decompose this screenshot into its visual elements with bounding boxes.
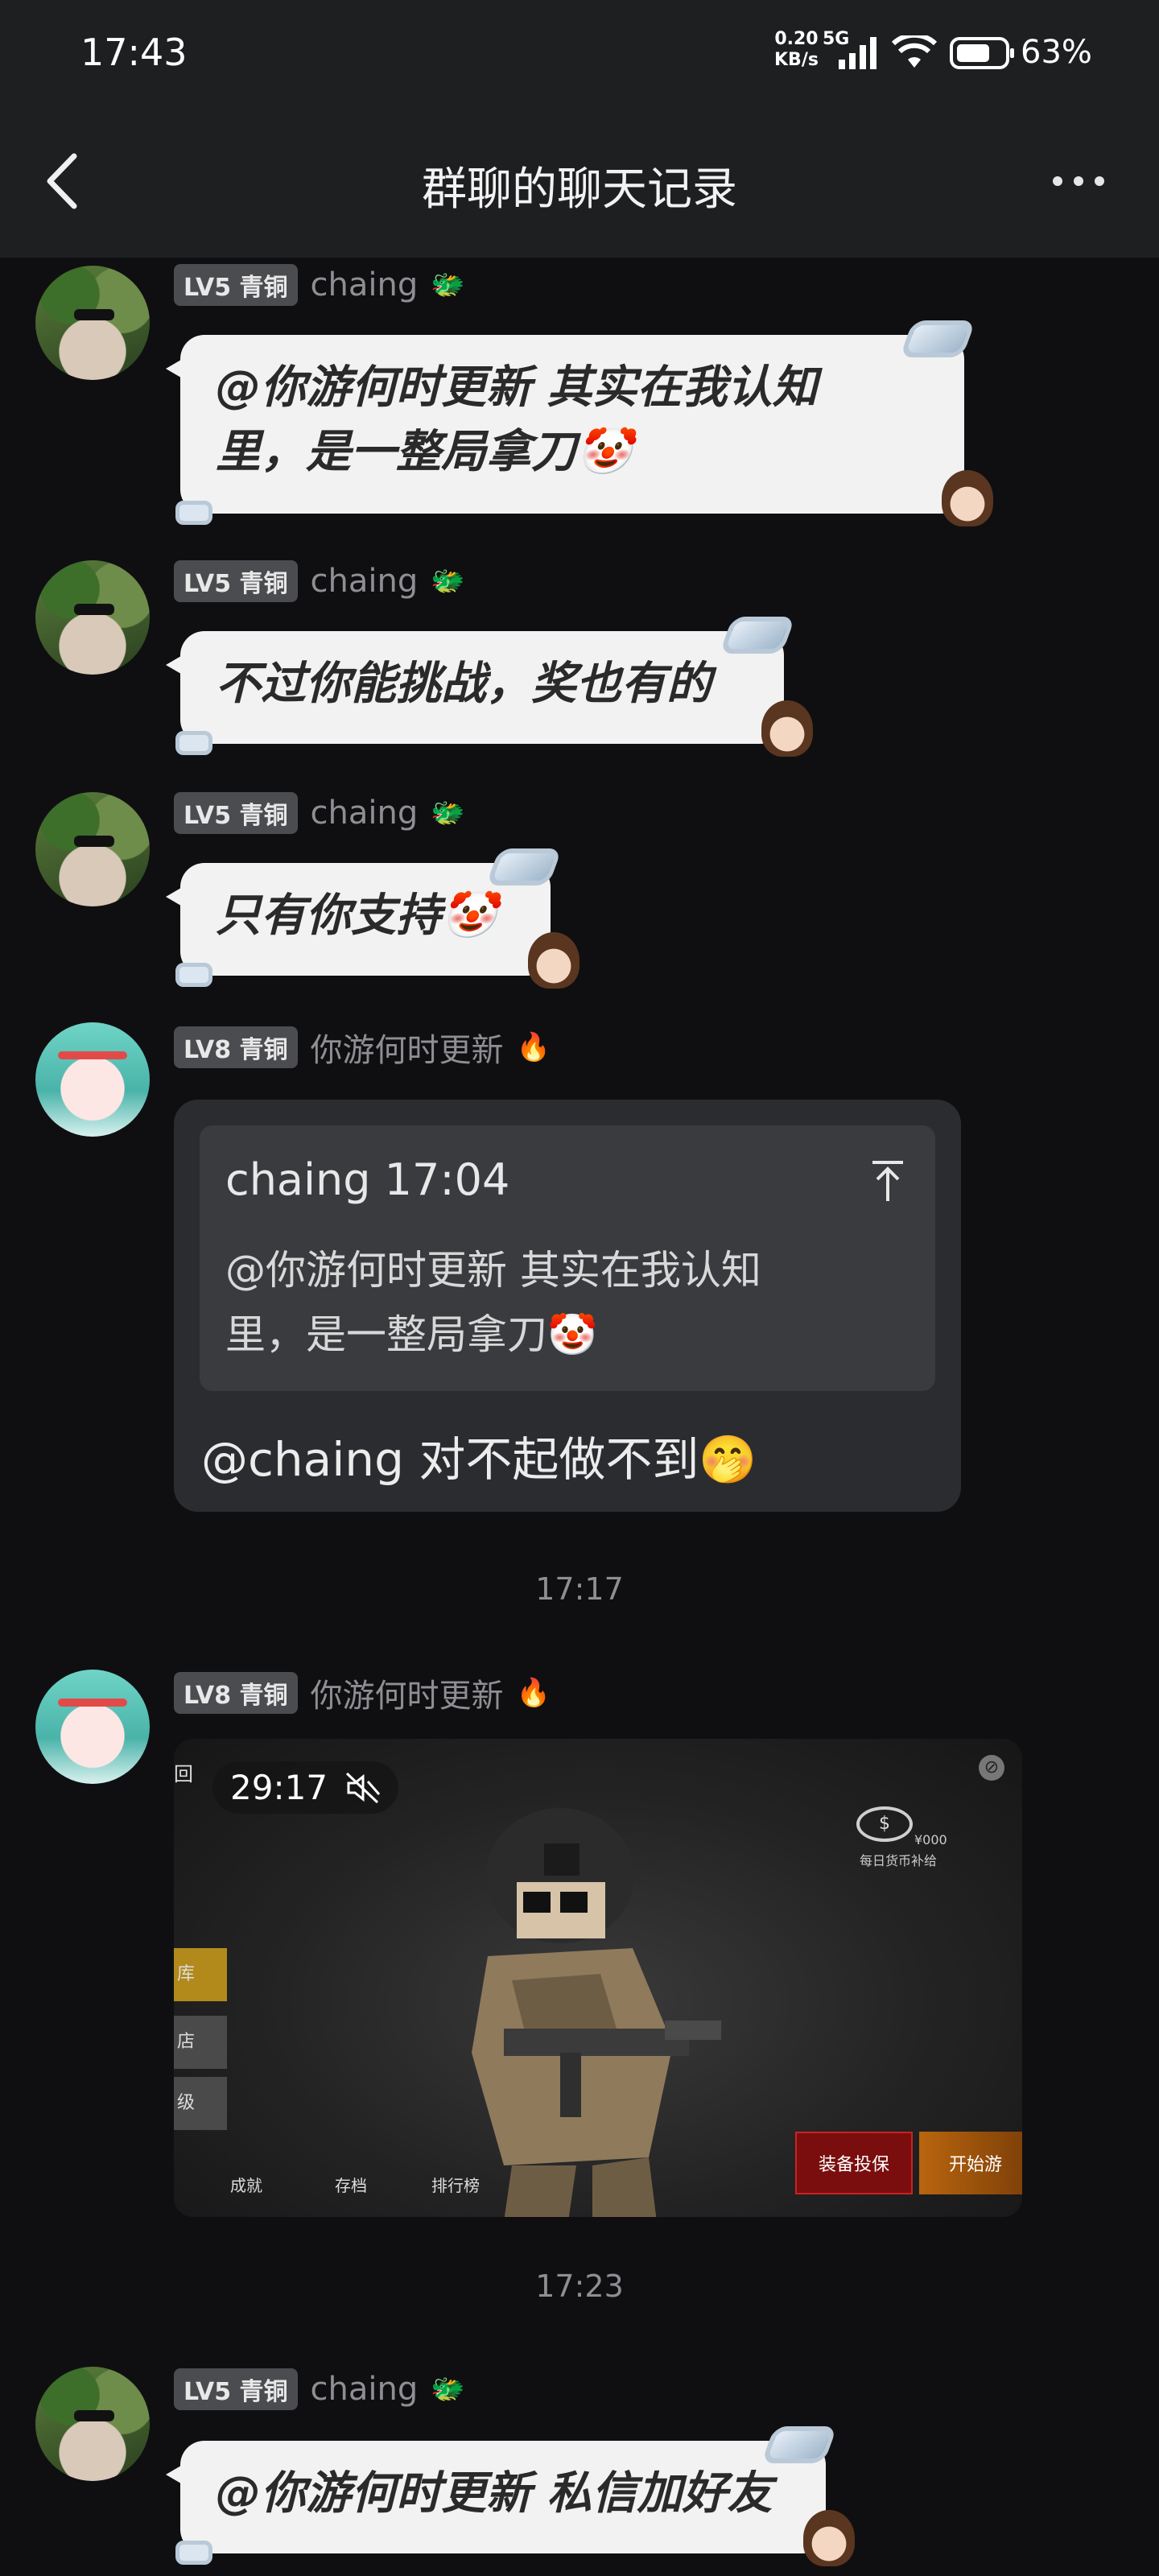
side-tab: 级 bbox=[174, 2077, 227, 2130]
insure-equipment-button: 装备投保 bbox=[795, 2132, 913, 2194]
side-tab: 店 bbox=[174, 2016, 227, 2069]
user-decoration-icon: 🐲 bbox=[431, 797, 465, 829]
quoted-text-line: 里，是一整局拿刀🤡 bbox=[225, 1311, 598, 1358]
avatar[interactable] bbox=[35, 2367, 150, 2481]
bubble-chibi-icon bbox=[528, 932, 580, 989]
start-game-button: 开始游 bbox=[919, 2132, 1022, 2194]
message-bubble[interactable]: 只有你支持🤡 bbox=[166, 848, 580, 989]
status-time: 17:43 bbox=[80, 31, 188, 74]
user-decoration-icon: 🐲 bbox=[431, 2373, 465, 2405]
bubble-frame-decoration bbox=[719, 617, 796, 654]
video-badge-icon: ⊘ bbox=[979, 1755, 1004, 1781]
avatar[interactable] bbox=[35, 560, 150, 675]
message-meta: LV8 青铜 你游何时更新 🔥 bbox=[174, 1024, 551, 1071]
net-speed-value: 0.20 bbox=[774, 29, 819, 49]
level-badge: LV5 青铜 bbox=[174, 560, 298, 602]
net-speed: 0.20 KB/s bbox=[774, 29, 819, 71]
level-badge: LV5 青铜 bbox=[174, 792, 298, 834]
battery-percent: 63% bbox=[1021, 34, 1092, 71]
bubble-frame-decoration bbox=[485, 848, 563, 886]
avatar[interactable] bbox=[35, 1022, 150, 1137]
muted-speaker-icon[interactable] bbox=[345, 1772, 381, 1804]
username[interactable]: chaing bbox=[311, 563, 419, 600]
bubble-frame-decoration bbox=[175, 2541, 212, 2565]
level-badge: LV8 青铜 bbox=[174, 1026, 298, 1068]
message-bubble[interactable]: @你游何时更新 私信加好友 bbox=[166, 2426, 855, 2566]
bubble-chibi-icon bbox=[803, 2510, 855, 2566]
video-message[interactable]: 回 29:17 ⊘ $ ¥000 每日货币补给 库 店 级 成就 存档 排行榜 … bbox=[174, 1739, 1022, 2217]
message-meta: LV5 青铜 chaing 🐲 bbox=[174, 264, 465, 306]
username[interactable]: 你游何时更新 bbox=[311, 1670, 504, 1716]
bubble-frame-decoration bbox=[175, 501, 212, 525]
flame-icon: 🔥 bbox=[516, 1677, 551, 1709]
video-corner-label: 回 bbox=[174, 1763, 193, 1785]
username[interactable]: 你游何时更新 bbox=[311, 1024, 504, 1071]
message-text-line: 里，是一整局拿刀🤡 bbox=[216, 426, 633, 478]
message-text: 只有你支持🤡 bbox=[216, 890, 497, 942]
bottom-tab: 排行榜 bbox=[431, 2176, 480, 2195]
video-duration-text: 29:17 bbox=[230, 1768, 328, 1807]
signal-icon bbox=[839, 37, 876, 69]
wifi-icon bbox=[892, 35, 937, 68]
message-text: @你游何时更新 私信加好友 bbox=[216, 2467, 773, 2520]
avatar[interactable] bbox=[35, 1670, 150, 1784]
bubble-frame-decoration bbox=[175, 963, 212, 987]
reply-message-bubble[interactable]: chaing 17:04 @你游何时更新 其实在我认知 里，是一整局拿刀🤡 @c… bbox=[174, 1100, 961, 1512]
bubble-frame-decoration bbox=[761, 2426, 838, 2463]
message-bubble[interactable]: @你游何时更新 其实在我认知 里，是一整局拿刀🤡 bbox=[166, 320, 993, 526]
quoted-text: @你游何时更新 其实在我认知 里，是一整局拿刀🤡 bbox=[225, 1238, 861, 1367]
coin-amount: ¥000 bbox=[914, 1832, 947, 1847]
username[interactable]: chaing bbox=[311, 795, 419, 832]
more-options-icon[interactable] bbox=[1038, 153, 1119, 209]
user-decoration-icon: 🐲 bbox=[431, 269, 465, 301]
jump-to-original-icon[interactable] bbox=[868, 1158, 908, 1206]
message-bubble[interactable]: 不过你能挑战，奖也有的 bbox=[166, 617, 813, 757]
message-meta: LV5 青铜 chaing 🐲 bbox=[174, 560, 465, 602]
message-meta: LV5 青铜 chaing 🐲 bbox=[174, 792, 465, 834]
coin-caption: 每日货币补给 bbox=[860, 1853, 938, 1868]
page-title: 群聊的聊天记录 bbox=[422, 163, 737, 216]
user-decoration-icon: 🐲 bbox=[431, 565, 465, 597]
top-nav-bar: 群聊的聊天记录 bbox=[0, 105, 1159, 258]
message-text-line: @你游何时更新 其实在我认知 bbox=[216, 361, 818, 414]
bubble-frame-decoration bbox=[899, 320, 976, 357]
bubble-frame-decoration bbox=[175, 731, 212, 755]
avatar[interactable] bbox=[35, 266, 150, 380]
avatar[interactable] bbox=[35, 792, 150, 906]
timestamp-divider: 17:23 bbox=[535, 2268, 624, 2304]
username[interactable]: chaing bbox=[311, 2371, 419, 2408]
status-bar: 17:43 0.20 KB/s 5G 63% bbox=[0, 0, 1159, 105]
battery-icon bbox=[950, 37, 1014, 69]
side-tab: 库 bbox=[174, 1948, 227, 2001]
quoted-text-line: @你游何时更新 其实在我认知 bbox=[225, 1247, 761, 1294]
level-badge: LV5 青铜 bbox=[174, 264, 298, 306]
level-badge: LV5 青铜 bbox=[174, 2368, 298, 2410]
net-speed-unit: KB/s bbox=[774, 50, 819, 70]
level-badge: LV8 青铜 bbox=[174, 1672, 298, 1714]
message-meta: LV5 青铜 chaing 🐲 bbox=[174, 2368, 465, 2410]
reply-text: @chaing 对不起做不到🤭 bbox=[201, 1432, 757, 1487]
bubble-chibi-icon bbox=[761, 700, 813, 757]
username[interactable]: chaing bbox=[311, 266, 419, 303]
flame-icon: 🔥 bbox=[516, 1031, 551, 1063]
bubble-chibi-icon bbox=[942, 470, 993, 526]
quoted-header: chaing 17:04 bbox=[225, 1154, 510, 1205]
bottom-tab: 存档 bbox=[335, 2176, 367, 2195]
quoted-message[interactable]: chaing 17:04 @你游何时更新 其实在我认知 里，是一整局拿刀🤡 bbox=[200, 1125, 935, 1391]
message-text: 不过你能挑战，奖也有的 bbox=[216, 658, 711, 710]
coin-label: $ bbox=[879, 1814, 890, 1834]
timestamp-divider: 17:17 bbox=[535, 1571, 624, 1607]
soldier-character-image bbox=[472, 1808, 721, 2217]
bottom-tab: 成就 bbox=[230, 2176, 262, 2195]
coin-icon: $ bbox=[856, 1806, 913, 1842]
message-meta: LV8 青铜 你游何时更新 🔥 bbox=[174, 1670, 551, 1716]
video-duration: 29:17 bbox=[212, 1761, 399, 1814]
